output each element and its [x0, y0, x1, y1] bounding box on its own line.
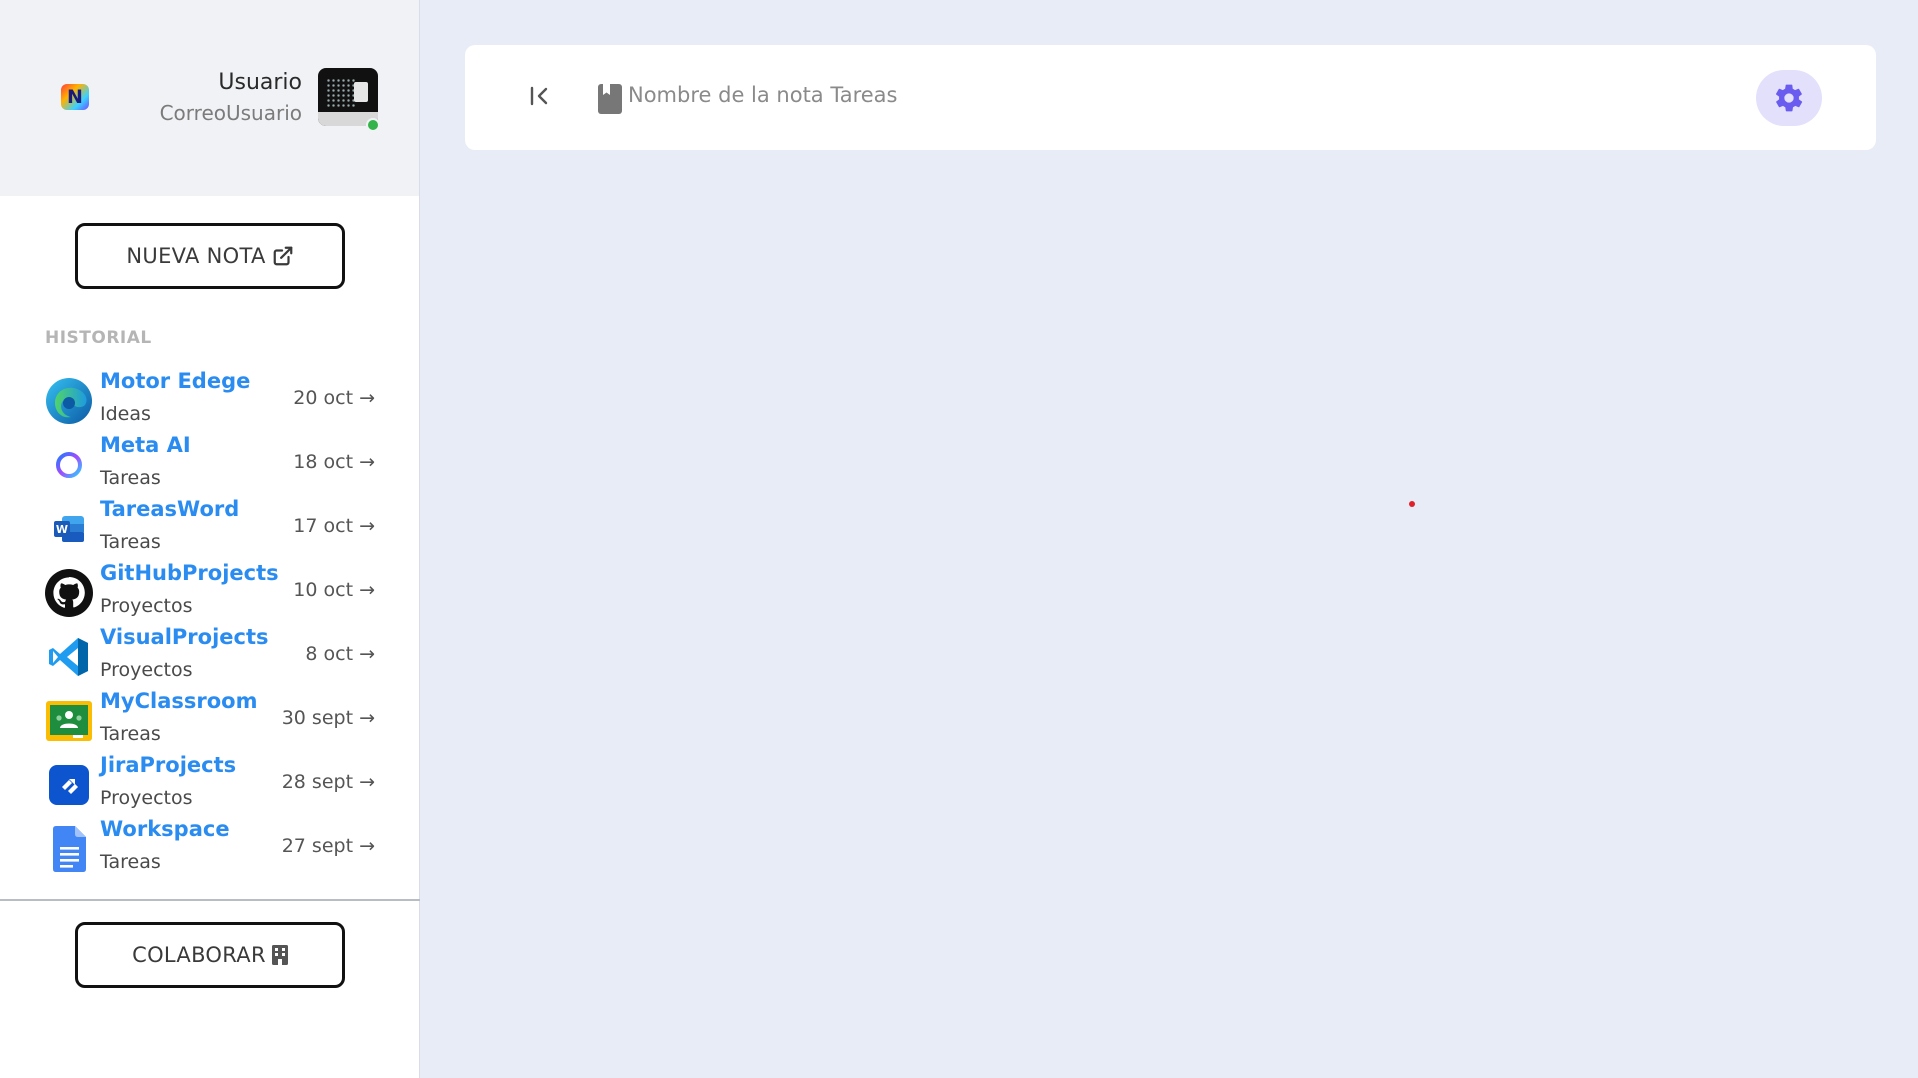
- history-item-category: Tareas: [100, 851, 161, 873]
- classroom-icon: [44, 696, 94, 746]
- svg-text:W: W: [56, 523, 68, 536]
- external-link-icon: [272, 245, 294, 267]
- word-icon: W: [44, 504, 94, 554]
- collaborate-label: COLABORAR: [132, 943, 266, 967]
- history-item-tareasword[interactable]: W TareasWord Tareas 17 oct →: [0, 497, 420, 562]
- history-item-date: 28 sept →: [281, 771, 375, 793]
- meta-ai-icon: [44, 440, 94, 490]
- history-item-myclassroom[interactable]: MyClassroom Tareas 30 sept →: [0, 689, 420, 754]
- history-item-motor-edege[interactable]: Motor Edege Ideas 20 oct →: [0, 369, 420, 434]
- building-icon: [271, 945, 288, 965]
- history-item-title: VisualProjects: [100, 625, 269, 649]
- history-item-date: 10 oct →: [293, 579, 375, 601]
- note-header: Nombre de la nota Tareas: [465, 45, 1876, 150]
- user-name: Usuario: [218, 70, 302, 95]
- history-item-jiraprojects[interactable]: JiraProjects Proyectos 28 sept →: [0, 753, 420, 818]
- jira-icon: [44, 760, 94, 810]
- gear-icon: [1775, 84, 1803, 112]
- profile-panel: N Usuario CorreoUsuario: [0, 0, 419, 196]
- history-item-meta-ai[interactable]: Meta AI Tareas 18 oct →: [0, 433, 420, 498]
- history-item-category: Tareas: [100, 531, 161, 553]
- sidebar: N Usuario CorreoUsuario NUEVA NOTA HISTO…: [0, 0, 420, 1078]
- history-item-category: Tareas: [100, 723, 161, 745]
- history-item-date: 17 oct →: [293, 515, 375, 537]
- history-item-date: 20 oct →: [293, 387, 375, 409]
- history-item-visualprojects[interactable]: VisualProjects Proyectos 8 oct →: [0, 625, 420, 690]
- history-item-date: 30 sept →: [281, 707, 375, 729]
- collaborate-button[interactable]: COLABORAR: [75, 922, 345, 988]
- history-item-title: Workspace: [100, 817, 230, 841]
- history-item-date: 27 sept →: [281, 835, 375, 857]
- cursor-dot: [1409, 501, 1415, 507]
- history-item-title: TareasWord: [100, 497, 240, 521]
- history-item-workspace[interactable]: Workspace Tareas 27 sept →: [0, 817, 420, 882]
- app-logo-icon[interactable]: N: [61, 84, 89, 110]
- avatar[interactable]: [318, 68, 378, 126]
- history-item-title: JiraProjects: [100, 753, 237, 777]
- history-heading: HISTORIAL: [45, 328, 152, 348]
- history-item-title: MyClassroom: [100, 689, 258, 713]
- vscode-icon: [44, 632, 94, 682]
- history-item-category: Proyectos: [100, 659, 193, 681]
- sidebar-divider: [0, 899, 420, 901]
- history-item-title: Motor Edege: [100, 369, 251, 393]
- edge-icon: [44, 376, 94, 426]
- history-item-category: Ideas: [100, 403, 151, 425]
- history-item-date: 8 oct →: [305, 643, 375, 665]
- history-item-title: GitHubProjects: [100, 561, 279, 585]
- new-note-button[interactable]: NUEVA NOTA: [75, 223, 345, 289]
- history-item-category: Proyectos: [100, 595, 193, 617]
- history-item-date: 18 oct →: [293, 451, 375, 473]
- history-item-githubprojects[interactable]: GitHubProjects Proyectos 10 oct →: [0, 561, 420, 626]
- online-status-indicator: [366, 118, 380, 132]
- settings-button[interactable]: [1756, 70, 1822, 126]
- history-list: Motor Edege Ideas 20 oct → Meta AI Tarea…: [0, 369, 420, 882]
- history-item-category: Proyectos: [100, 787, 193, 809]
- history-item-category: Tareas: [100, 467, 161, 489]
- new-note-label: NUEVA NOTA: [126, 244, 266, 268]
- docs-icon: [44, 824, 94, 874]
- collapse-sidebar-button[interactable]: [525, 81, 555, 111]
- collapse-left-icon: [530, 86, 548, 106]
- user-email: CorreoUsuario: [159, 101, 302, 125]
- github-icon: [44, 568, 94, 618]
- note-name-field[interactable]: Nombre de la nota Tareas: [628, 83, 897, 107]
- history-item-title: Meta AI: [100, 433, 191, 457]
- book-icon: [598, 84, 622, 118]
